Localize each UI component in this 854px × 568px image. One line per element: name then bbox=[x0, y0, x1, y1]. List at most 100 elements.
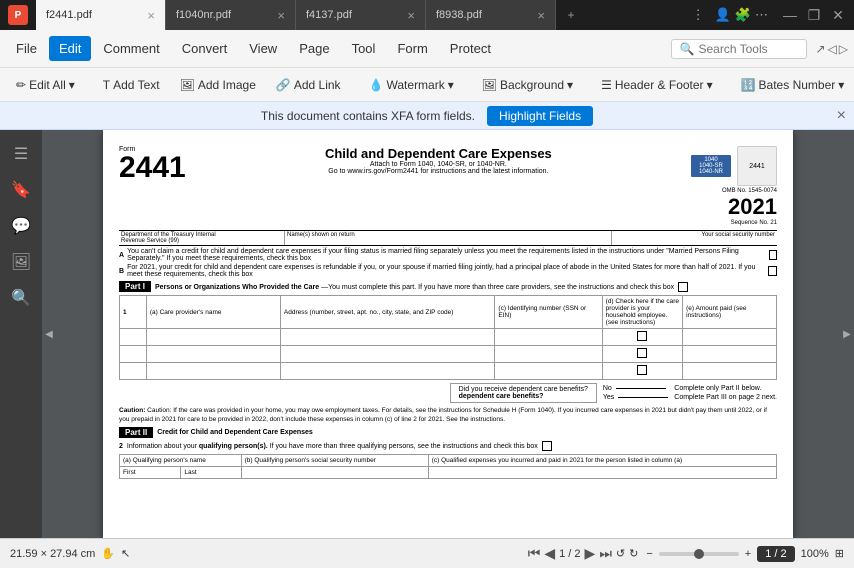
minimize-button[interactable]: — bbox=[780, 5, 800, 25]
name-label: Name(s) shown on return bbox=[284, 231, 611, 245]
tab-close-icon[interactable]: × bbox=[407, 8, 415, 23]
menu-protect[interactable]: Protect bbox=[440, 36, 501, 61]
part2-header: Part II Credit for Child and Dependent C… bbox=[119, 427, 777, 438]
prev-page-button[interactable]: ◀ bbox=[544, 545, 555, 562]
bates-label: Bates Number bbox=[759, 78, 836, 92]
tab-close-icon[interactable]: × bbox=[537, 8, 545, 23]
more-icon[interactable]: ⋯ bbox=[755, 7, 768, 23]
watermark-button[interactable]: 💧 Watermark ▾ bbox=[361, 74, 462, 96]
header-footer-icon: ☰ bbox=[601, 78, 612, 92]
add-tab-button[interactable]: + bbox=[556, 0, 586, 30]
zoom-out-button[interactable]: − bbox=[646, 548, 652, 560]
row2-checkbox[interactable] bbox=[637, 348, 647, 358]
zoom-slider[interactable] bbox=[659, 552, 739, 556]
sequence-number: Sequence No. 21 bbox=[691, 220, 777, 226]
zoom-level: 100% bbox=[801, 548, 829, 560]
hand-tool-icon[interactable]: ✋ bbox=[101, 547, 115, 560]
left-page-arrow[interactable]: ◀ bbox=[42, 130, 56, 538]
select-tool-icon[interactable]: ↖ bbox=[121, 547, 130, 560]
sidebar-comment-icon[interactable]: 💬 bbox=[5, 210, 37, 242]
last-page-button[interactable]: ⏭ bbox=[599, 545, 612, 562]
part2-table: (a) Qualifying person's name (b) Qualify… bbox=[119, 454, 777, 479]
menu-page[interactable]: Page bbox=[289, 36, 339, 61]
row3-checkbox[interactable] bbox=[637, 365, 647, 375]
main-area: ☰ 🔖 💬 🖼 🔍 ◀ Form 2441 Child and Dependen bbox=[0, 130, 854, 538]
no-row: No bbox=[603, 385, 668, 392]
overflow-menu-icon[interactable]: ⋮ bbox=[692, 7, 705, 23]
table-cell-addr-2 bbox=[280, 346, 495, 363]
menu-file[interactable]: File bbox=[6, 36, 47, 61]
tab-close-icon[interactable]: × bbox=[147, 8, 155, 23]
menu-convert[interactable]: Convert bbox=[172, 36, 238, 61]
menu-tool[interactable]: Tool bbox=[342, 36, 386, 61]
table-row bbox=[120, 346, 147, 363]
table-cell-id-2 bbox=[495, 346, 602, 363]
menu-comment[interactable]: Comment bbox=[93, 36, 169, 61]
external-link-icon[interactable]: ↗ bbox=[815, 42, 825, 56]
menu-view[interactable]: View bbox=[239, 36, 287, 61]
section-a-checkbox[interactable] bbox=[769, 250, 777, 260]
tab-close-icon[interactable]: × bbox=[277, 8, 285, 23]
col-d-header: (d) Check here if the care provider is y… bbox=[602, 296, 682, 329]
user-icon[interactable]: 👤 bbox=[715, 7, 731, 23]
edit-all-button[interactable]: ✏ Edit All ▾ bbox=[8, 74, 83, 96]
rotate-left-icon[interactable]: ↺ bbox=[616, 547, 625, 560]
search-tools-input[interactable] bbox=[698, 42, 798, 56]
highlight-fields-button[interactable]: Highlight Fields bbox=[487, 106, 593, 126]
table-cell-name-1 bbox=[146, 329, 280, 346]
zoom-in-button[interactable]: + bbox=[745, 548, 751, 560]
sidebar-search-icon[interactable]: 🔍 bbox=[5, 282, 37, 314]
add-text-button[interactable]: T Add Text bbox=[95, 74, 168, 96]
form-subtitle1: Attach to Form 1040, 1040-SR, or 1040-NR… bbox=[194, 161, 683, 168]
background-button[interactable]: 🖼 Background ▾ bbox=[474, 74, 581, 96]
tab-f2441[interactable]: f2441.pdf × bbox=[36, 0, 166, 30]
part2-checkbox[interactable] bbox=[542, 441, 552, 451]
row1-checkbox[interactable] bbox=[637, 331, 647, 341]
yes-no-column: No Yes bbox=[603, 385, 668, 401]
header-footer-button[interactable]: ☰ Header & Footer ▾ bbox=[593, 74, 721, 96]
part1-table: 1 (a) Care provider's name Address (numb… bbox=[119, 295, 777, 380]
no-line bbox=[616, 388, 666, 389]
image-icon: 🖼 bbox=[180, 78, 195, 92]
add-image-button[interactable]: 🖼 Add Image bbox=[172, 74, 264, 96]
doc-scroll-area[interactable]: Form 2441 Child and Dependent Care Expen… bbox=[56, 130, 840, 538]
rotate-right-icon[interactable]: ↻ bbox=[629, 547, 638, 560]
sidebar-thumbnail-icon[interactable]: ☰ bbox=[5, 138, 37, 170]
part1-checkbox[interactable] bbox=[678, 282, 688, 292]
content-wrapper: ◀ Form 2441 Child and Dependent Care Exp… bbox=[42, 130, 854, 538]
restore-button[interactable]: ❐ bbox=[804, 5, 824, 25]
form-header: Form 2441 Child and Dependent Care Expen… bbox=[119, 146, 777, 226]
no-label: No bbox=[603, 385, 612, 392]
tab-f4137[interactable]: f4137.pdf × bbox=[296, 0, 426, 30]
menu-form[interactable]: Form bbox=[387, 36, 437, 61]
fit-page-icon[interactable]: ⊞ bbox=[835, 547, 844, 560]
close-button[interactable]: ✕ bbox=[828, 5, 848, 25]
plugin-icon[interactable]: 🧩 bbox=[735, 7, 751, 23]
chevron-down-icon: ▾ bbox=[838, 78, 844, 92]
section-b-checkbox[interactable] bbox=[768, 266, 777, 276]
left-sidebar: ☰ 🔖 💬 🖼 🔍 bbox=[0, 130, 42, 538]
sidebar-bookmark-icon[interactable]: 🔖 bbox=[5, 174, 37, 206]
tab-f8938[interactable]: f8938.pdf × bbox=[426, 0, 556, 30]
back-icon[interactable]: ◁ bbox=[828, 42, 837, 56]
add-link-button[interactable]: 🔗 Add Link bbox=[268, 74, 349, 96]
close-notification-icon[interactable]: × bbox=[837, 107, 846, 125]
table-row bbox=[120, 329, 147, 346]
bates-number-button[interactable]: 🔢 Bates Number ▾ bbox=[733, 74, 853, 96]
ssn-label: Your social security number bbox=[611, 231, 777, 245]
question-line2: dependent care benefits? bbox=[459, 393, 588, 400]
first-page-button[interactable]: ⏮ bbox=[528, 545, 541, 562]
forward-icon[interactable]: ▷ bbox=[839, 42, 848, 56]
tab-f1040nr[interactable]: f1040nr.pdf × bbox=[166, 0, 296, 30]
table-cell-check-2 bbox=[602, 346, 682, 363]
menu-edit[interactable]: Edit bbox=[49, 36, 91, 61]
next-page-button[interactable]: ▶ bbox=[585, 545, 596, 562]
sidebar-image-icon[interactable]: 🖼 bbox=[5, 246, 37, 278]
tab-label: f4137.pdf bbox=[306, 9, 352, 21]
dept-row: Department of the Treasury Internal Reve… bbox=[119, 230, 777, 246]
table-cell-check-3 bbox=[602, 363, 682, 380]
table-cell-amt-3 bbox=[683, 363, 777, 380]
edit-all-label: Edit All bbox=[29, 78, 66, 92]
right-page-arrow[interactable]: ▶ bbox=[840, 130, 854, 538]
caution-text: Caution: Caution: If the care was provid… bbox=[119, 406, 777, 424]
